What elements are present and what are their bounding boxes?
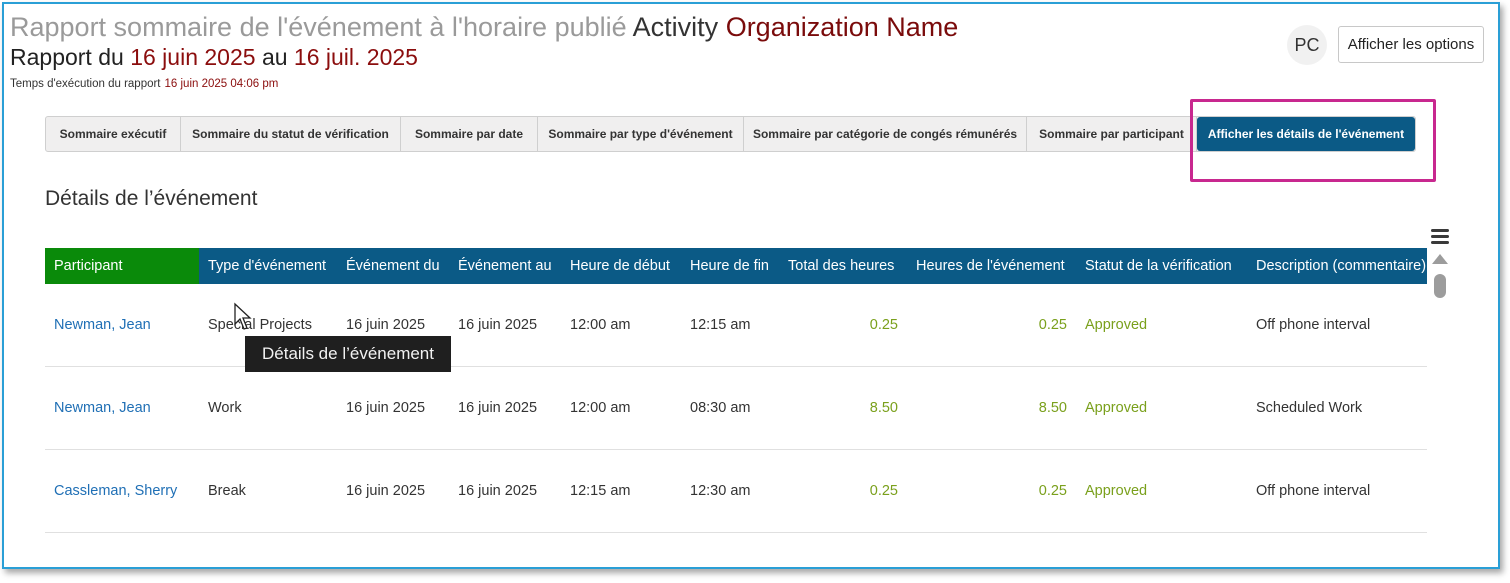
- table-cell: 12:15 am: [690, 317, 751, 333]
- status-cell: Approved: [1085, 317, 1148, 333]
- tab-verification-status-summary[interactable]: Sommaire du statut de vérification: [181, 117, 401, 151]
- table-cell: 12:00 am: [570, 317, 631, 333]
- tab-event-details[interactable]: Afficher les détails de l'événement: [1197, 117, 1415, 151]
- report-date-range: Rapport du 16 juin 2025 au 16 juil. 2025: [10, 44, 418, 71]
- title-prefix: Rapport sommaire de l'événement à l'hora…: [10, 12, 627, 42]
- column-header[interactable]: Description (commentaire): [1247, 248, 1427, 284]
- table-cell: Scheduled Work: [1256, 400, 1363, 416]
- table-cell: 16 juin 2025: [458, 400, 538, 416]
- table-cell: 0.25: [1038, 317, 1067, 333]
- table-cell: 16 juin 2025: [346, 483, 426, 499]
- title-activity: Activity: [632, 12, 719, 42]
- column-header[interactable]: Type d'événement: [199, 248, 337, 284]
- user-avatar[interactable]: PC: [1287, 25, 1327, 65]
- range-end: 16 juil. 2025: [293, 44, 418, 70]
- participant-link[interactable]: Newman, Jean: [45, 284, 199, 366]
- column-header[interactable]: Heure de fin: [681, 248, 779, 284]
- tooltip: Détails de l’événement: [245, 336, 451, 372]
- column-header[interactable]: Participant: [45, 248, 199, 284]
- table-row: Newman, Jean Work 16 juin 2025 16 juin 2…: [45, 367, 1427, 450]
- column-header[interactable]: Événement au: [449, 248, 561, 284]
- range-start: 16 juin 2025: [130, 44, 256, 70]
- table-cell: Work: [208, 400, 242, 416]
- tab-summary-by-participant[interactable]: Sommaire par participant: [1027, 117, 1197, 151]
- hamburger-menu-icon[interactable]: [1431, 229, 1449, 245]
- participant-link[interactable]: Cassleman, Sherry: [45, 450, 199, 532]
- participant-link[interactable]: Newman, Jean: [45, 367, 199, 449]
- column-header[interactable]: Événement du: [337, 248, 449, 284]
- execution-time: Temps d'exécution du rapport 16 juin 2025…: [10, 78, 278, 90]
- report-window: Rapport sommaire de l'événement à l'hora…: [2, 2, 1500, 569]
- tab-summary-by-event-type[interactable]: Sommaire par type d'événement: [538, 117, 744, 151]
- event-details-table: Participant Type d'événement Événement d…: [45, 248, 1427, 538]
- table-cell: 8.50: [869, 400, 898, 416]
- table-cell: 0.25: [869, 317, 898, 333]
- status-cell: Approved: [1085, 400, 1148, 416]
- tab-summary-by-date[interactable]: Sommaire par date: [401, 117, 538, 151]
- scrollbar-thumb[interactable]: [1434, 274, 1446, 298]
- table-cell: 16 juin 2025: [458, 317, 538, 333]
- tab-summary-by-paid-leave-category[interactable]: Sommaire par catégorie de congés rémunér…: [744, 117, 1027, 151]
- table-cell: Off phone interval: [1256, 317, 1371, 333]
- table-row: Cassleman, Sherry Break 16 juin 2025 16 …: [45, 450, 1427, 533]
- exec-label: Temps d'exécution du rapport: [10, 78, 161, 90]
- status-cell: Approved: [1085, 483, 1148, 499]
- table-cell: Break: [208, 483, 246, 499]
- range-label: Rapport du: [10, 44, 124, 70]
- report-title: Rapport sommaire de l'événement à l'hora…: [10, 12, 958, 43]
- tab-executive-summary[interactable]: Sommaire exécutif: [46, 117, 181, 151]
- table-cell: 8.50: [1038, 400, 1067, 416]
- table-cell: 12:30 am: [690, 483, 751, 499]
- table-cell: 12:15 am: [570, 483, 631, 499]
- table-cell: 0.25: [869, 483, 898, 499]
- table-cell: 16 juin 2025: [458, 483, 538, 499]
- title-organization: Organization Name: [725, 12, 959, 42]
- scroll-up-arrow-icon[interactable]: [1432, 254, 1448, 264]
- table-cell: 08:30 am: [690, 400, 751, 416]
- section-title: Détails de l’événement: [45, 187, 258, 210]
- column-header[interactable]: Heure de début: [561, 248, 681, 284]
- report-tabs: Sommaire exécutif Sommaire du statut de …: [45, 116, 1416, 152]
- exec-value: 16 juin 2025 04:06 pm: [164, 78, 279, 90]
- table-cell: 12:00 am: [570, 400, 631, 416]
- table-cell: 0.25: [1038, 483, 1067, 499]
- table-cell: Off phone interval: [1256, 483, 1371, 499]
- show-options-button[interactable]: Afficher les options: [1338, 26, 1484, 63]
- table-header: Participant Type d'événement Événement d…: [45, 248, 1427, 284]
- column-header[interactable]: Heures de l'événement: [907, 248, 1076, 284]
- mouse-cursor-icon: [234, 302, 252, 330]
- range-separator: au: [261, 44, 288, 70]
- table-cell: 16 juin 2025: [346, 400, 426, 416]
- column-header[interactable]: Total des heures: [779, 248, 907, 284]
- column-header[interactable]: Statut de la vérification: [1076, 248, 1247, 284]
